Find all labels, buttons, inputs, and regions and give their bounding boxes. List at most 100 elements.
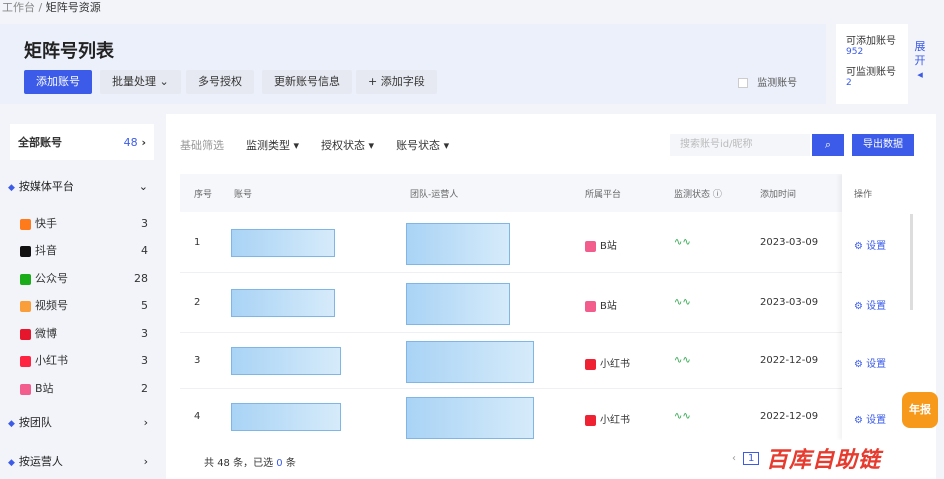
settings-button[interactable]: ⚙ 设置 — [854, 411, 886, 426]
table-scrollbar[interactable] — [910, 214, 913, 310]
account-avatar-masked — [231, 289, 335, 317]
search-button[interactable]: ⌕ — [812, 134, 844, 156]
update-info-button[interactable]: 更新账号信息 — [262, 70, 352, 94]
platform-label: B站 — [600, 301, 617, 312]
table-row[interactable]: 2 B站 ∿∿ 2023-03-09 — [180, 273, 914, 333]
added-date: 2022-12-09 — [760, 355, 819, 366]
account-status-label: 账号状态 — [396, 139, 441, 152]
chevron-right-icon: › — [143, 415, 148, 429]
gear-icon: ⚙ — [854, 359, 863, 370]
account-avatar-masked — [231, 347, 341, 375]
checkbox-box — [738, 78, 748, 88]
add-account-button[interactable]: 添加账号 — [24, 70, 92, 94]
main-panel: 基础筛选 监测类型 ▾ 授权状态 ▾ 账号状态 ▾ 搜索账号id/昵称 ⌕ 导出… — [166, 114, 936, 479]
platform-icon — [20, 328, 31, 340]
platform-count: 3 — [141, 326, 148, 340]
monitor-type-filter[interactable]: 监测类型 ▾ — [246, 137, 299, 153]
total-prefix: 共 — [204, 458, 214, 469]
row-index: 3 — [194, 355, 201, 366]
col-index: 序号 — [194, 190, 213, 200]
total-suffix: 条，已选 — [233, 458, 274, 469]
bilibili-icon — [585, 240, 596, 252]
selected-suffix: 条 — [285, 458, 296, 469]
team-operator-masked — [406, 223, 510, 265]
sidebar-all-accounts[interactable]: 全部账号 48 › — [10, 124, 154, 160]
account-status-filter[interactable]: 账号状态 ▾ — [396, 137, 449, 153]
diamond-icon: ◆ — [8, 419, 15, 429]
platform-label: B站 — [600, 241, 617, 252]
settings-label: 设置 — [866, 241, 887, 252]
watermark-logo: 百库自助链 — [766, 448, 882, 473]
batch-process-label: 批量处理 — [112, 75, 156, 88]
multi-auth-button[interactable]: 多号授权 — [186, 70, 254, 94]
search-icon: ⌕ — [824, 138, 832, 151]
settings-button[interactable]: ⚙ 设置 — [854, 237, 886, 252]
row-index: 1 — [194, 237, 201, 248]
sidebar-platform-item[interactable]: 小红书 3 — [20, 352, 148, 368]
caret-down-icon: ▾ — [443, 139, 450, 152]
team-operator-masked — [406, 397, 534, 439]
table-row[interactable]: 4 小红书 ∿∿ 2022-12-09 — [180, 389, 914, 440]
page-title: 矩阵号列表 — [24, 41, 114, 62]
sidebar-platform-item[interactable]: 视频号 5 — [20, 297, 148, 313]
table-row[interactable]: 1 B站 ∿∿ 2023-03-09 — [180, 212, 914, 273]
platform-cell: B站 — [585, 237, 617, 252]
breadcrumb-root[interactable]: 工作台 — [2, 1, 35, 14]
group-team-label: 按团队 — [18, 416, 52, 429]
addable-count: 952 — [846, 47, 864, 57]
batch-process-button[interactable]: 批量处理 ⌄ — [100, 70, 181, 94]
platform-count: 2 — [141, 381, 148, 395]
team-operator-masked — [406, 341, 534, 383]
sidebar-platform-item[interactable]: 公众号 28 — [20, 270, 148, 286]
sidebar-platform-item[interactable]: 微博 3 — [20, 325, 148, 341]
settings-label: 设置 — [866, 301, 887, 312]
page-number[interactable]: 1 — [743, 452, 760, 465]
all-accounts-count: 48 — [123, 135, 138, 149]
caret-left-icon: ◂ — [917, 68, 923, 81]
sidebar-platform-item[interactable]: 快手 3 — [20, 215, 148, 231]
platform-count: 28 — [134, 271, 148, 285]
monitor-account-checkbox[interactable]: 监测账号 — [738, 74, 797, 89]
selected-count: 0 — [276, 458, 283, 469]
chevron-right-icon: › — [141, 135, 146, 149]
col-monitor-label: 监测状态 — [674, 190, 711, 200]
platform-icon — [20, 273, 31, 285]
bilibili-icon — [585, 300, 596, 312]
platform-name: 小红书 — [35, 354, 68, 367]
caret-down-icon: ▾ — [293, 139, 300, 152]
group-media-platform[interactable]: ◆ 按媒体平台 ⌄ — [8, 178, 148, 194]
group-operator[interactable]: ◆ 按运营人 › — [8, 453, 148, 469]
export-button[interactable]: 导出数据 — [852, 134, 914, 156]
search-input[interactable]: 搜索账号id/昵称 — [670, 134, 810, 156]
col-added: 添加时间 — [760, 190, 797, 200]
group-team[interactable]: ◆ 按团队 › — [8, 414, 148, 430]
platform-name: 快手 — [35, 217, 57, 230]
expand-toggle[interactable]: 展开 ◂ — [912, 40, 928, 82]
platform-count: 3 — [141, 216, 148, 230]
platform-cell: B站 — [585, 297, 617, 312]
caret-down-icon: ▾ — [368, 139, 375, 152]
annual-report-badge[interactable]: 年报 — [902, 392, 938, 428]
xiaohongshu-icon — [585, 358, 596, 370]
gear-icon: ⚙ — [854, 415, 863, 426]
diamond-icon: ◆ — [8, 183, 15, 193]
table-row[interactable]: 3 小红书 ∿∿ 2022-12-09 — [180, 333, 914, 389]
account-avatar-masked — [231, 229, 335, 257]
sidebar-platform-item[interactable]: 抖音 4 — [20, 242, 148, 258]
page-header: 矩阵号列表 添加账号 批量处理 ⌄ 多号授权 更新账号信息 + 添加字段 监测账… — [0, 24, 826, 104]
monitor-account-label: 监测账号 — [757, 78, 798, 89]
gear-icon: ⚙ — [854, 301, 863, 312]
platform-label: 小红书 — [600, 415, 630, 426]
settings-button[interactable]: ⚙ 设置 — [854, 355, 886, 370]
platform-cell: 小红书 — [585, 411, 630, 426]
settings-button[interactable]: ⚙ 设置 — [854, 297, 886, 312]
prev-page-icon[interactable]: ‹ — [732, 453, 736, 464]
monitorable-count: 2 — [846, 78, 852, 88]
added-date: 2023-03-09 — [760, 237, 819, 248]
help-icon[interactable]: ⓘ — [713, 190, 722, 200]
auth-status-filter[interactable]: 授权状态 ▾ — [321, 137, 374, 153]
sidebar-platform-item[interactable]: B站 2 — [20, 380, 148, 396]
quota-panel: 可添加账号 952 可监测账号 2 — [836, 24, 908, 104]
add-field-button[interactable]: + 添加字段 — [356, 70, 437, 94]
platform-cell: 小红书 — [585, 355, 630, 370]
